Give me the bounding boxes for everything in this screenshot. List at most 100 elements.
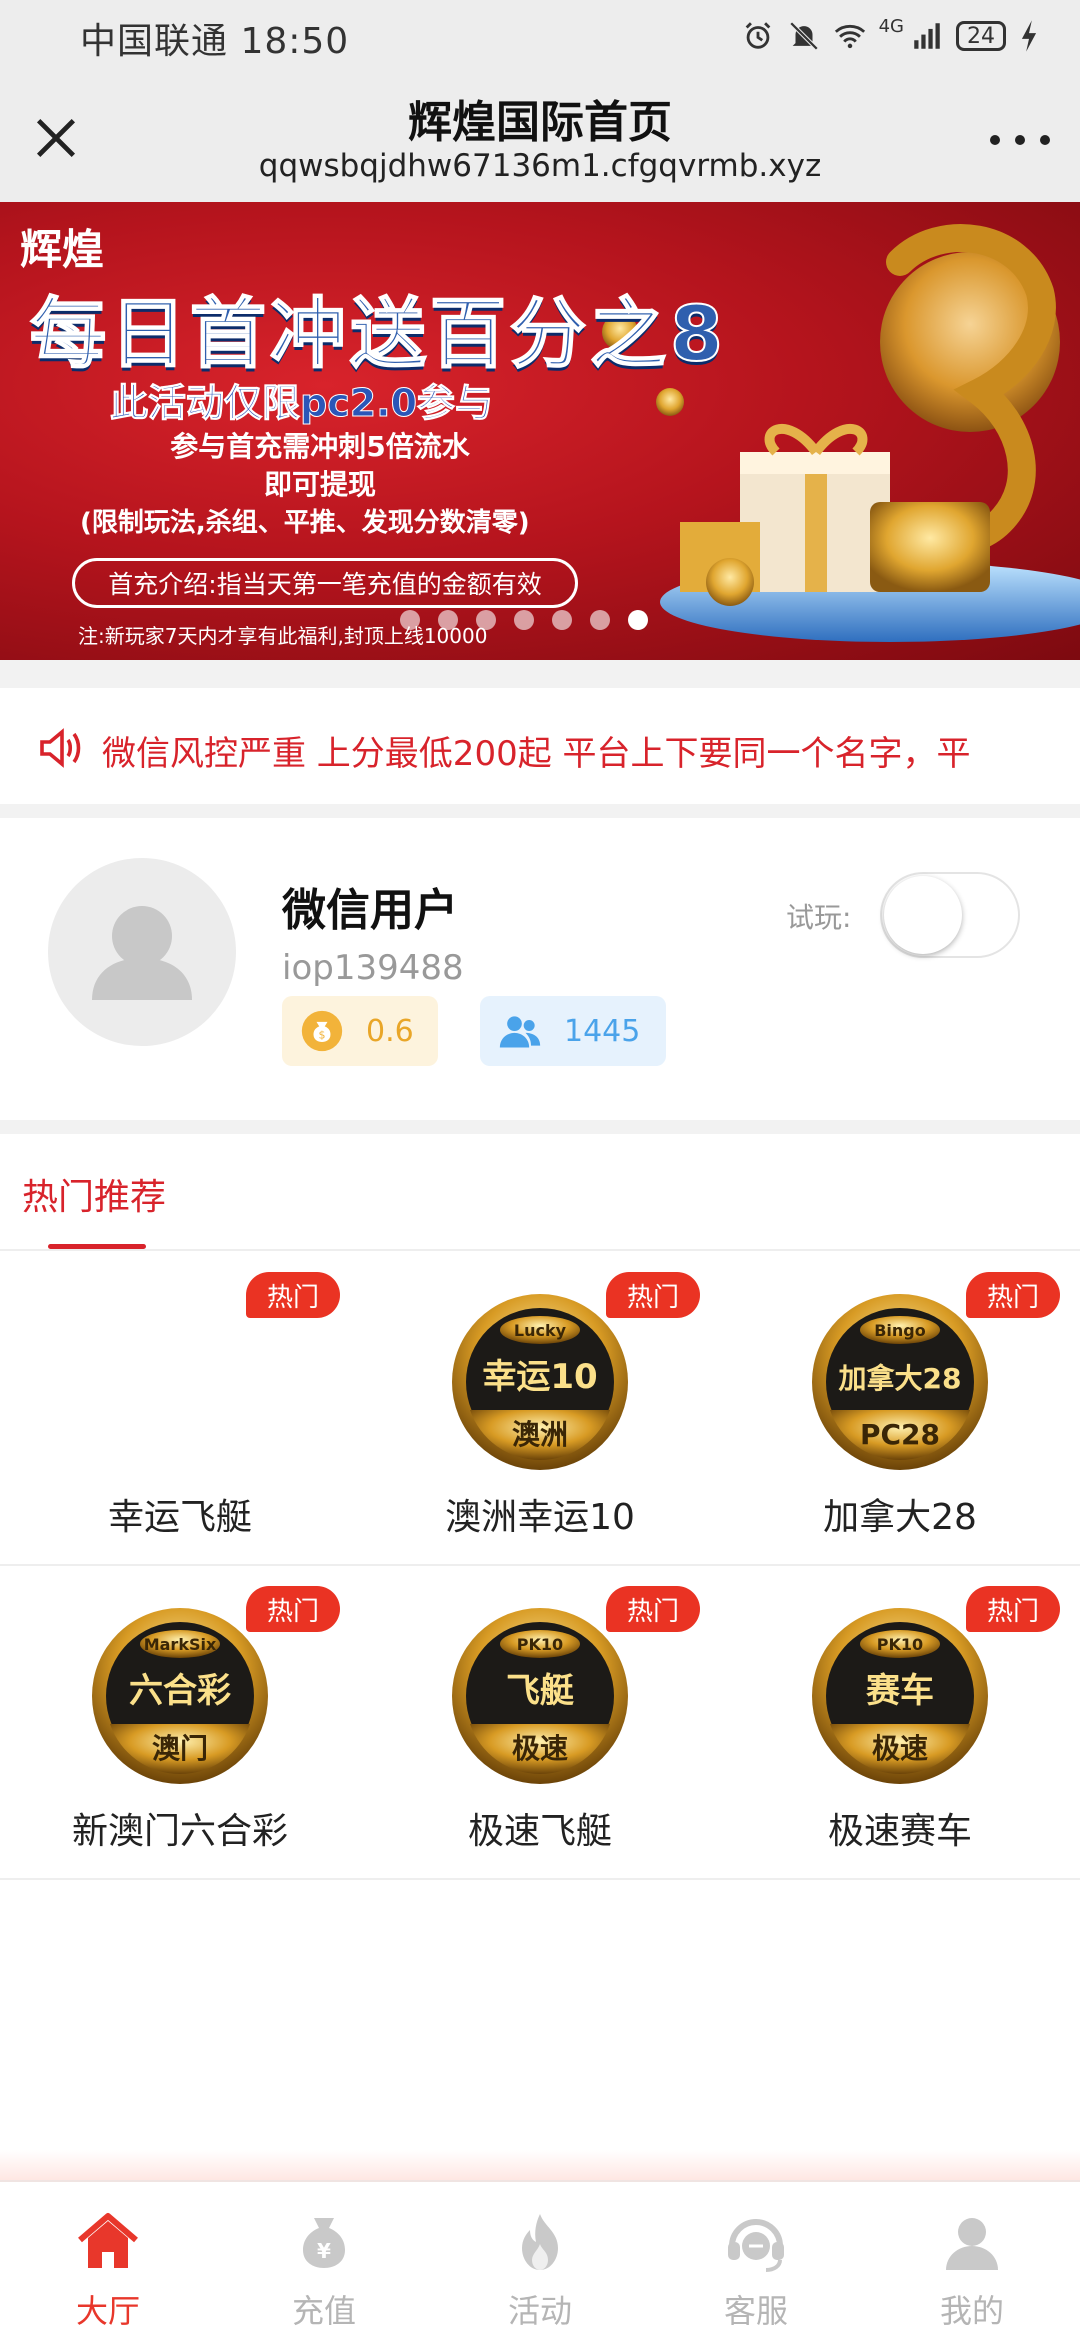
status-icons: 4G 24 [741, 14, 1040, 58]
trial-label: 试玩: [786, 901, 852, 934]
nav-label: 客服 [723, 2292, 788, 2330]
user-profile-card: 微信用户 iop139488 $ 0.6 1445 试玩: [0, 818, 1080, 1120]
game-logo-top-text: PK10 [877, 1635, 923, 1654]
user-icon [946, 2218, 998, 2270]
banner-line-3: (限制玩法,杀组、平推、发现分数清零) [80, 508, 530, 538]
divider [0, 660, 1080, 688]
banner-pill: 首充介绍:指当天第一笔充值的金额有效 [72, 558, 578, 608]
nav-item[interactable]: 大厅 [0, 2182, 216, 2342]
user-silhouette-icon [92, 906, 192, 1000]
game-name: 加拿大28 [823, 1497, 977, 1538]
divider [0, 1249, 1080, 1251]
headset-icon [728, 2219, 784, 2272]
game-tile[interactable]: 热门 Bingo 加拿大28 PC28 加拿大28 [720, 1252, 1080, 1564]
game-logo-icon: Bingo 加拿大28 PC28 [812, 1294, 988, 1470]
nav-label: 活动 [507, 2292, 572, 2330]
balance-value: 0.6 [366, 1013, 414, 1049]
carousel-dot[interactable] [514, 610, 534, 630]
more-menu-button[interactable] [990, 120, 1050, 160]
carousel-dot[interactable] [552, 610, 572, 630]
game-logo-main-text: 加拿大28 [839, 1362, 962, 1395]
notice-text: 微信风控严重 上分最低200起 平台上下要同一个名字，平 [102, 734, 971, 774]
speaker-icon [40, 728, 81, 768]
members-value: 1445 [564, 1013, 641, 1049]
game-logo-main-text: 飞艇 [506, 1671, 574, 1711]
members-chip[interactable]: 1445 [480, 996, 666, 1066]
game-logo-bottom-text: 澳门 [152, 1732, 208, 1765]
game-name: 极速飞艇 [467, 1811, 612, 1852]
game-logo-bottom-text: 极速 [512, 1732, 568, 1765]
toggle-knob [884, 876, 962, 954]
game-row: 热门 MarkSix 六合彩 澳门 新澳门六合彩 热门 PK10 飞艇 极速 极速飞艇 热门 PK10… [0, 1566, 1080, 1880]
game-logo-main-text: 赛车 [866, 1671, 934, 1711]
game-logo-main-text: 幸运10 [482, 1357, 597, 1397]
wifi-icon [834, 24, 865, 49]
alarm-icon [745, 22, 770, 49]
hot-badge: 热门 [246, 1272, 340, 1318]
carousel-dot[interactable] [438, 610, 458, 630]
banner-subtitle: 此活动仅限pc2.0参与 [109, 381, 494, 426]
svg-text:$: $ [319, 1028, 326, 1041]
promo-banner[interactable]: 辉煌 每日首冲送百分之8 此活动仅限pc2.0参与 参与首充需冲刺5倍流水 即可… [0, 202, 1080, 660]
mute-bell-icon [789, 21, 818, 51]
game-logo-top-text: PK10 [517, 1635, 563, 1654]
game-logo-icon: PK10 赛车极速 [812, 1608, 988, 1784]
nav-label: 我的 [939, 2292, 1004, 2330]
avatar[interactable] [48, 858, 236, 1046]
nav-item[interactable]: 客服 [648, 2182, 864, 2342]
game-logo-bottom-text: 澳洲 [512, 1418, 568, 1451]
game-tile[interactable]: 热门 Lucky 幸运10 澳洲 澳洲幸运10 [360, 1252, 720, 1564]
game-logo-icon: MarkSix 六合彩澳门 [92, 1608, 268, 1784]
game-logo-top-text: Lucky [514, 1321, 567, 1340]
carousel-dot[interactable] [476, 610, 496, 630]
flame-icon [522, 2214, 558, 2270]
banner-line-2: 即可提现 [263, 468, 376, 501]
game-logo-icon: Lucky 幸运10 澳洲 [452, 1294, 628, 1470]
tab-hot-recommend[interactable]: 热门推荐 [22, 1168, 166, 1220]
banner-line-1: 参与首充需冲刺5倍流水 [170, 430, 470, 463]
game-name: 新澳门六合彩 [71, 1811, 288, 1852]
notice-marquee[interactable]: 微信风控严重 上分最低200起 平台上下要同一个名字，平 [0, 688, 1080, 806]
carousel-dot[interactable] [628, 610, 648, 630]
page-url: qqwsbqjdhw67136m1.cfgqvrmb.xyz [258, 148, 822, 184]
trial-toggle[interactable] [880, 872, 1020, 958]
game-logo-icon: PK10 飞艇极速 [452, 1608, 628, 1784]
charging-icon [1021, 20, 1037, 52]
user-id: iop139488 [282, 948, 464, 988]
game-tile[interactable]: 热门 PK10 赛车 极速 极速赛车 [720, 1566, 1080, 1878]
battery-indicator: 24 [956, 21, 1006, 51]
nav-item[interactable]: 活动 [432, 2182, 648, 2342]
game-name: 极速赛车 [827, 1811, 972, 1852]
balance-chip[interactable]: $ 0.6 [282, 996, 438, 1066]
game-name: 幸运飞艇 [107, 1497, 252, 1538]
game-grid: 热门 幸运飞艇 热门 Lucky 幸运10 澳洲 澳洲幸运10 热门 Bingo 加拿大28 PC2… [0, 1252, 1080, 1880]
carousel-dots[interactable] [400, 610, 648, 630]
game-tile[interactable]: 热门 PK10 飞艇 极速 极速飞艇 [360, 1566, 720, 1878]
game-tile[interactable]: 热门 MarkSix 六合彩 澳门 新澳门六合彩 [0, 1566, 360, 1878]
game-logo-top-text: MarkSix [144, 1635, 217, 1654]
game-logo-bottom-text: 极速 [872, 1732, 928, 1765]
nav-item[interactable]: ¥ 充值 [216, 2182, 432, 2342]
carrier-time: 中国联通 18:50 [80, 21, 350, 62]
game-logo-main-text: 六合彩 [129, 1671, 231, 1711]
browser-title-bar: 辉煌国际首页 qqwsbqjdhw67136m1.cfgqvrmb.xyz [0, 72, 1080, 202]
nav-item[interactable]: 我的 [864, 2182, 1080, 2342]
banner-headline: 每日首冲送百分之8 [29, 288, 727, 379]
status-bar: 中国联通 18:50 4G 24 [0, 0, 1080, 72]
banner-brand: 辉煌 [20, 225, 105, 274]
network-type: 4G [878, 15, 904, 37]
banner-line: 参与首充需冲刺5倍流水 即可提现 [150, 428, 490, 504]
nav-shadow [0, 2150, 1080, 2180]
signal-icon [914, 23, 940, 49]
game-tile[interactable]: 热门幸运飞艇 [0, 1252, 360, 1564]
money-bag-icon: ¥ [303, 2218, 345, 2268]
carousel-dot[interactable] [400, 610, 420, 630]
home-icon [78, 2213, 138, 2268]
nav-label: 充值 [291, 2292, 356, 2330]
game-logo-top-text: Bingo [874, 1321, 926, 1340]
carousel-dot[interactable] [590, 610, 610, 630]
page-title: 辉煌国际首页 [408, 97, 672, 148]
svg-text:¥: ¥ [317, 2239, 331, 2263]
divider [0, 1120, 1080, 1134]
dragon-gift-illustration [602, 224, 1080, 642]
